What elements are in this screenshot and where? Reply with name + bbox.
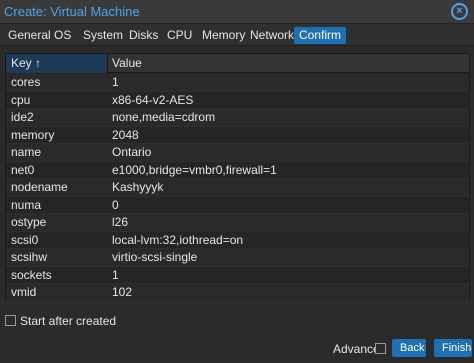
column-divider[interactable] — [107, 54, 108, 73]
tab-memory[interactable]: Memory — [197, 27, 250, 44]
row-value: 2048 — [112, 127, 139, 142]
column-header-key[interactable]: Key ↑ — [6, 54, 106, 73]
row-value: x86-64-v2-AES — [112, 92, 194, 107]
row-key: scsi0 — [11, 232, 39, 247]
tab-cpu[interactable]: CPU — [162, 27, 197, 44]
grid-header: Key ↑ Value — [6, 54, 469, 73]
advanced-checkbox[interactable] — [375, 343, 386, 354]
window-title: Create: Virtual Machine — [4, 4, 140, 19]
grid-body: cores 1 cpu x86-64-v2-AES ide2 none,media=cdr… — [6, 74, 469, 302]
row-value: 1 — [112, 75, 119, 89]
row-key: memory — [11, 127, 55, 142]
row-key: vmid — [11, 285, 37, 299]
tab-confirm[interactable]: Confirm — [294, 27, 347, 44]
table-row[interactable]: net0 e1000,bridge=vmbr0,firewall=1 — [6, 161, 469, 179]
tab-bar: General OS System Disks CPU Memory Netwo… — [0, 24, 474, 46]
row-value: Kashyyyk — [112, 180, 164, 194]
row-value: virtio-scsi-single — [112, 250, 198, 264]
start-after-created-label: Start after created — [20, 314, 117, 328]
row-value: none,media=cdrom — [112, 110, 216, 124]
table-row[interactable]: cpu x86-64-v2-AES — [6, 91, 469, 109]
window-titlebar: Create: Virtual Machine × — [0, 0, 474, 24]
table-row[interactable]: scsihw virtio-scsi-single — [6, 249, 469, 267]
table-row[interactable]: numa 0 — [6, 196, 469, 214]
row-key: nodename — [11, 180, 68, 194]
tab-disks[interactable]: Disks — [124, 27, 163, 44]
table-row[interactable]: ide2 none,media=cdrom — [6, 109, 469, 127]
tab-network[interactable]: Network — [245, 27, 299, 44]
table-row[interactable]: nodename Kashyyyk — [6, 179, 469, 197]
row-key: ide2 — [11, 110, 34, 124]
row-key: net0 — [11, 162, 35, 177]
back-button[interactable]: Back — [392, 339, 426, 357]
row-key: ostype — [11, 215, 47, 229]
table-row[interactable]: sockets 1 — [6, 266, 469, 284]
tab-os[interactable]: OS — [49, 27, 76, 44]
row-value: local-lvm:32,iothread=on — [112, 232, 244, 247]
row-value: 102 — [112, 285, 133, 299]
row-value: l26 — [112, 215, 129, 229]
table-row[interactable]: name Ontario — [6, 144, 469, 162]
row-key: cpu — [11, 92, 31, 107]
row-value: e1000,bridge=vmbr0,firewall=1 — [112, 162, 277, 177]
confirm-grid: Key ↑ Value cores 1 cpu x86-64-v2-AES ide2 no… — [5, 53, 470, 302]
table-row[interactable]: memory 2048 — [6, 126, 469, 144]
row-value: Ontario — [112, 145, 152, 159]
table-row[interactable]: vmid 102 — [6, 284, 469, 302]
row-key: sockets — [11, 267, 52, 282]
tab-system[interactable]: System — [78, 27, 128, 44]
column-header-value[interactable]: Value — [112, 54, 142, 73]
start-after-created-checkbox[interactable] — [5, 315, 16, 326]
table-row[interactable]: cores 1 — [6, 74, 469, 92]
row-value: 0 — [112, 197, 119, 212]
row-key: scsihw — [11, 250, 48, 264]
row-key: name — [11, 145, 42, 159]
row-key: numa — [11, 197, 42, 212]
table-row[interactable]: ostype l26 — [6, 214, 469, 232]
tab-general[interactable]: General — [3, 27, 56, 44]
table-row[interactable]: scsi0 local-lvm:32,iothread=on — [6, 231, 469, 249]
close-icon[interactable]: × — [451, 3, 468, 20]
dialog-footer: Advanced Back Finish — [0, 333, 474, 363]
finish-button[interactable]: Finish — [434, 339, 472, 357]
row-key: cores — [11, 75, 41, 89]
row-value: 1 — [112, 267, 119, 282]
